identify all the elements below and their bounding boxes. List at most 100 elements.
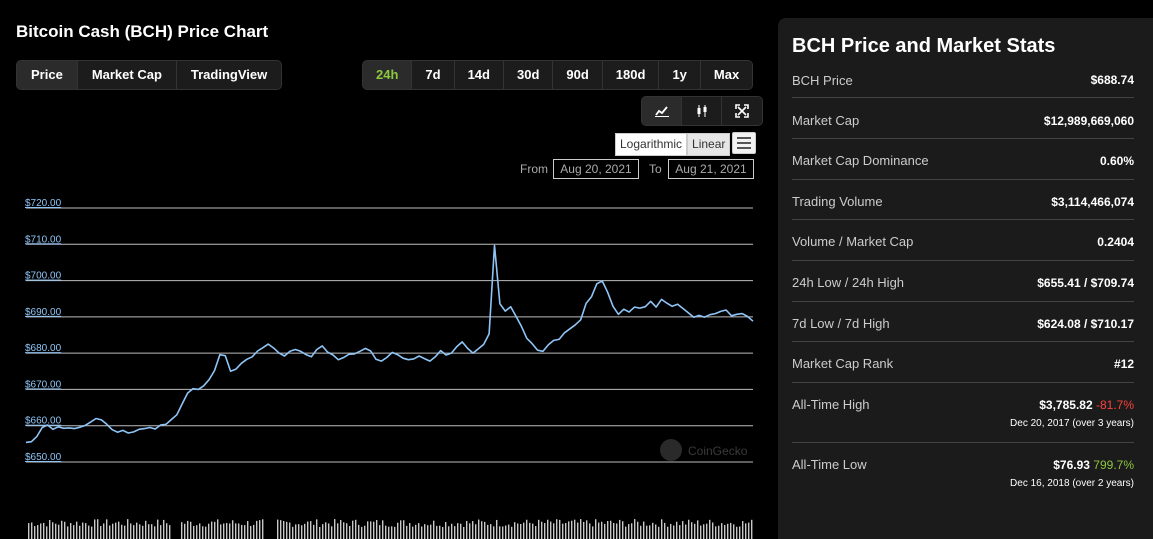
time-range-tabs: 24h 7d 14d 30d 90d 180d 1y Max [362,60,754,90]
volume-bar [58,524,60,539]
range-24h-button[interactable]: 24h [363,61,413,89]
volume-bar [211,521,213,539]
tab-price[interactable]: Price [17,61,78,89]
from-date-input[interactable]: Aug 20, 2021 [553,159,639,179]
chart-type-tabs: Price Market Cap TradingView [16,60,283,90]
volume-bar [418,523,420,539]
volume-bar [640,525,642,539]
volume-bar [562,523,564,539]
volume-bar [67,526,69,539]
volume-bar [46,526,48,539]
volume-bar [244,525,246,539]
volume-bar [631,523,633,539]
logarithmic-button[interactable]: Logarithmic [615,133,688,156]
volume-bar [448,526,450,539]
stat-value: $3,114,466,074 [1051,195,1134,209]
watermark: CoinGecko [660,439,748,461]
volume-bar [235,523,237,539]
volume-bar [121,524,123,539]
range-14d-button[interactable]: 14d [454,61,504,89]
watermark-text: CoinGecko [688,444,748,458]
volume-bar [694,523,696,539]
volume-bar [34,526,36,539]
volume-bar [376,520,378,539]
stat-row-volume-mcap: Volume / Market Cap 0.2404 [792,220,1134,261]
tab-market-cap[interactable]: Market Cap [77,61,177,89]
volume-bar [109,525,111,539]
volume-bar [463,526,465,539]
stat-row-trading-volume: Trading Volume $3,114,466,074 [792,180,1134,220]
volume-bar [493,526,495,539]
volume-bar [76,521,78,539]
volume-bar [424,524,426,539]
volume-bar [79,525,81,539]
volume-bar [481,521,483,539]
volume-bar [112,523,114,539]
volume-bar [163,519,165,539]
volume-bar [613,522,615,539]
stat-value: $624.08 / $710.17 [1037,317,1134,331]
stat-row-all-time-high: All-Time High $3,785.82 -81.7% Dec 20, 2… [792,383,1134,443]
volume-bar [439,525,441,539]
volume-bar [658,526,660,539]
volume-bar [514,522,516,539]
volume-bar [568,521,570,539]
linear-button[interactable]: Linear [687,133,731,156]
volume-bar [703,524,705,539]
stat-row-all-time-low: All-Time Low $76.93 799.7% Dec 16, 2018 … [792,443,1134,503]
volume-bar [733,524,735,539]
range-90d-button[interactable]: 90d [553,61,603,89]
line-chart-icon[interactable] [642,97,682,125]
volume-bar [352,520,354,539]
range-180d-button[interactable]: 180d [602,61,660,89]
chart-view-toggle [641,96,763,126]
atl-date: Dec 16, 2018 (over 2 years) [1010,478,1134,489]
volume-bar [355,519,357,539]
volume-bar [184,523,186,539]
range-30d-button[interactable]: 30d [503,61,554,89]
volume-bar [40,523,42,539]
volume-bar [94,519,96,539]
volume-bar [445,522,447,539]
volume-bar [232,520,234,539]
tab-tradingview[interactable]: TradingView [176,61,282,89]
volume-bar [220,524,222,539]
volume-bar [745,523,747,539]
volume-bar [286,521,288,539]
volume-bar [166,523,168,539]
range-7d-button[interactable]: 7d [412,61,455,89]
volume-bar [61,520,63,539]
volume-bar [259,520,261,539]
volume-bar [442,526,444,539]
volume-bar [715,526,717,539]
volume-bar [556,519,558,539]
price-chart[interactable]: $720.00 $710.00 $700.00 $690.00 $680.00 $670.… [0,190,770,539]
volume-bar [139,524,141,539]
volume-bar [190,521,192,539]
volume-bar [520,523,522,539]
volume-bar [502,526,504,539]
candlestick-icon[interactable] [682,97,722,125]
volume-bar [511,526,513,539]
volume-bar [127,519,129,539]
volume-bar [565,523,567,539]
volume-bar [412,526,414,539]
volume-bar [364,525,366,539]
volume-bar [574,519,576,539]
volume-bar [466,520,468,539]
volume-bar [346,523,348,539]
volume-bar [529,522,531,539]
expand-icon[interactable] [722,97,762,125]
range-max-button[interactable]: Max [700,61,753,89]
volume-bar [748,522,750,539]
menu-icon[interactable] [732,132,756,154]
stat-label: BCH Price [792,73,853,88]
stat-value: $76.93 799.7% [1053,458,1134,472]
stat-row-market-cap: Market Cap $12,989,669,060 [792,98,1134,139]
range-1y-button[interactable]: 1y [659,61,701,89]
volume-bar [289,522,291,539]
to-date-input[interactable]: Aug 21, 2021 [668,159,754,179]
stats-title: BCH Price and Market Stats [792,35,1056,57]
volume-bar [202,526,204,539]
volume-bar [649,525,651,539]
